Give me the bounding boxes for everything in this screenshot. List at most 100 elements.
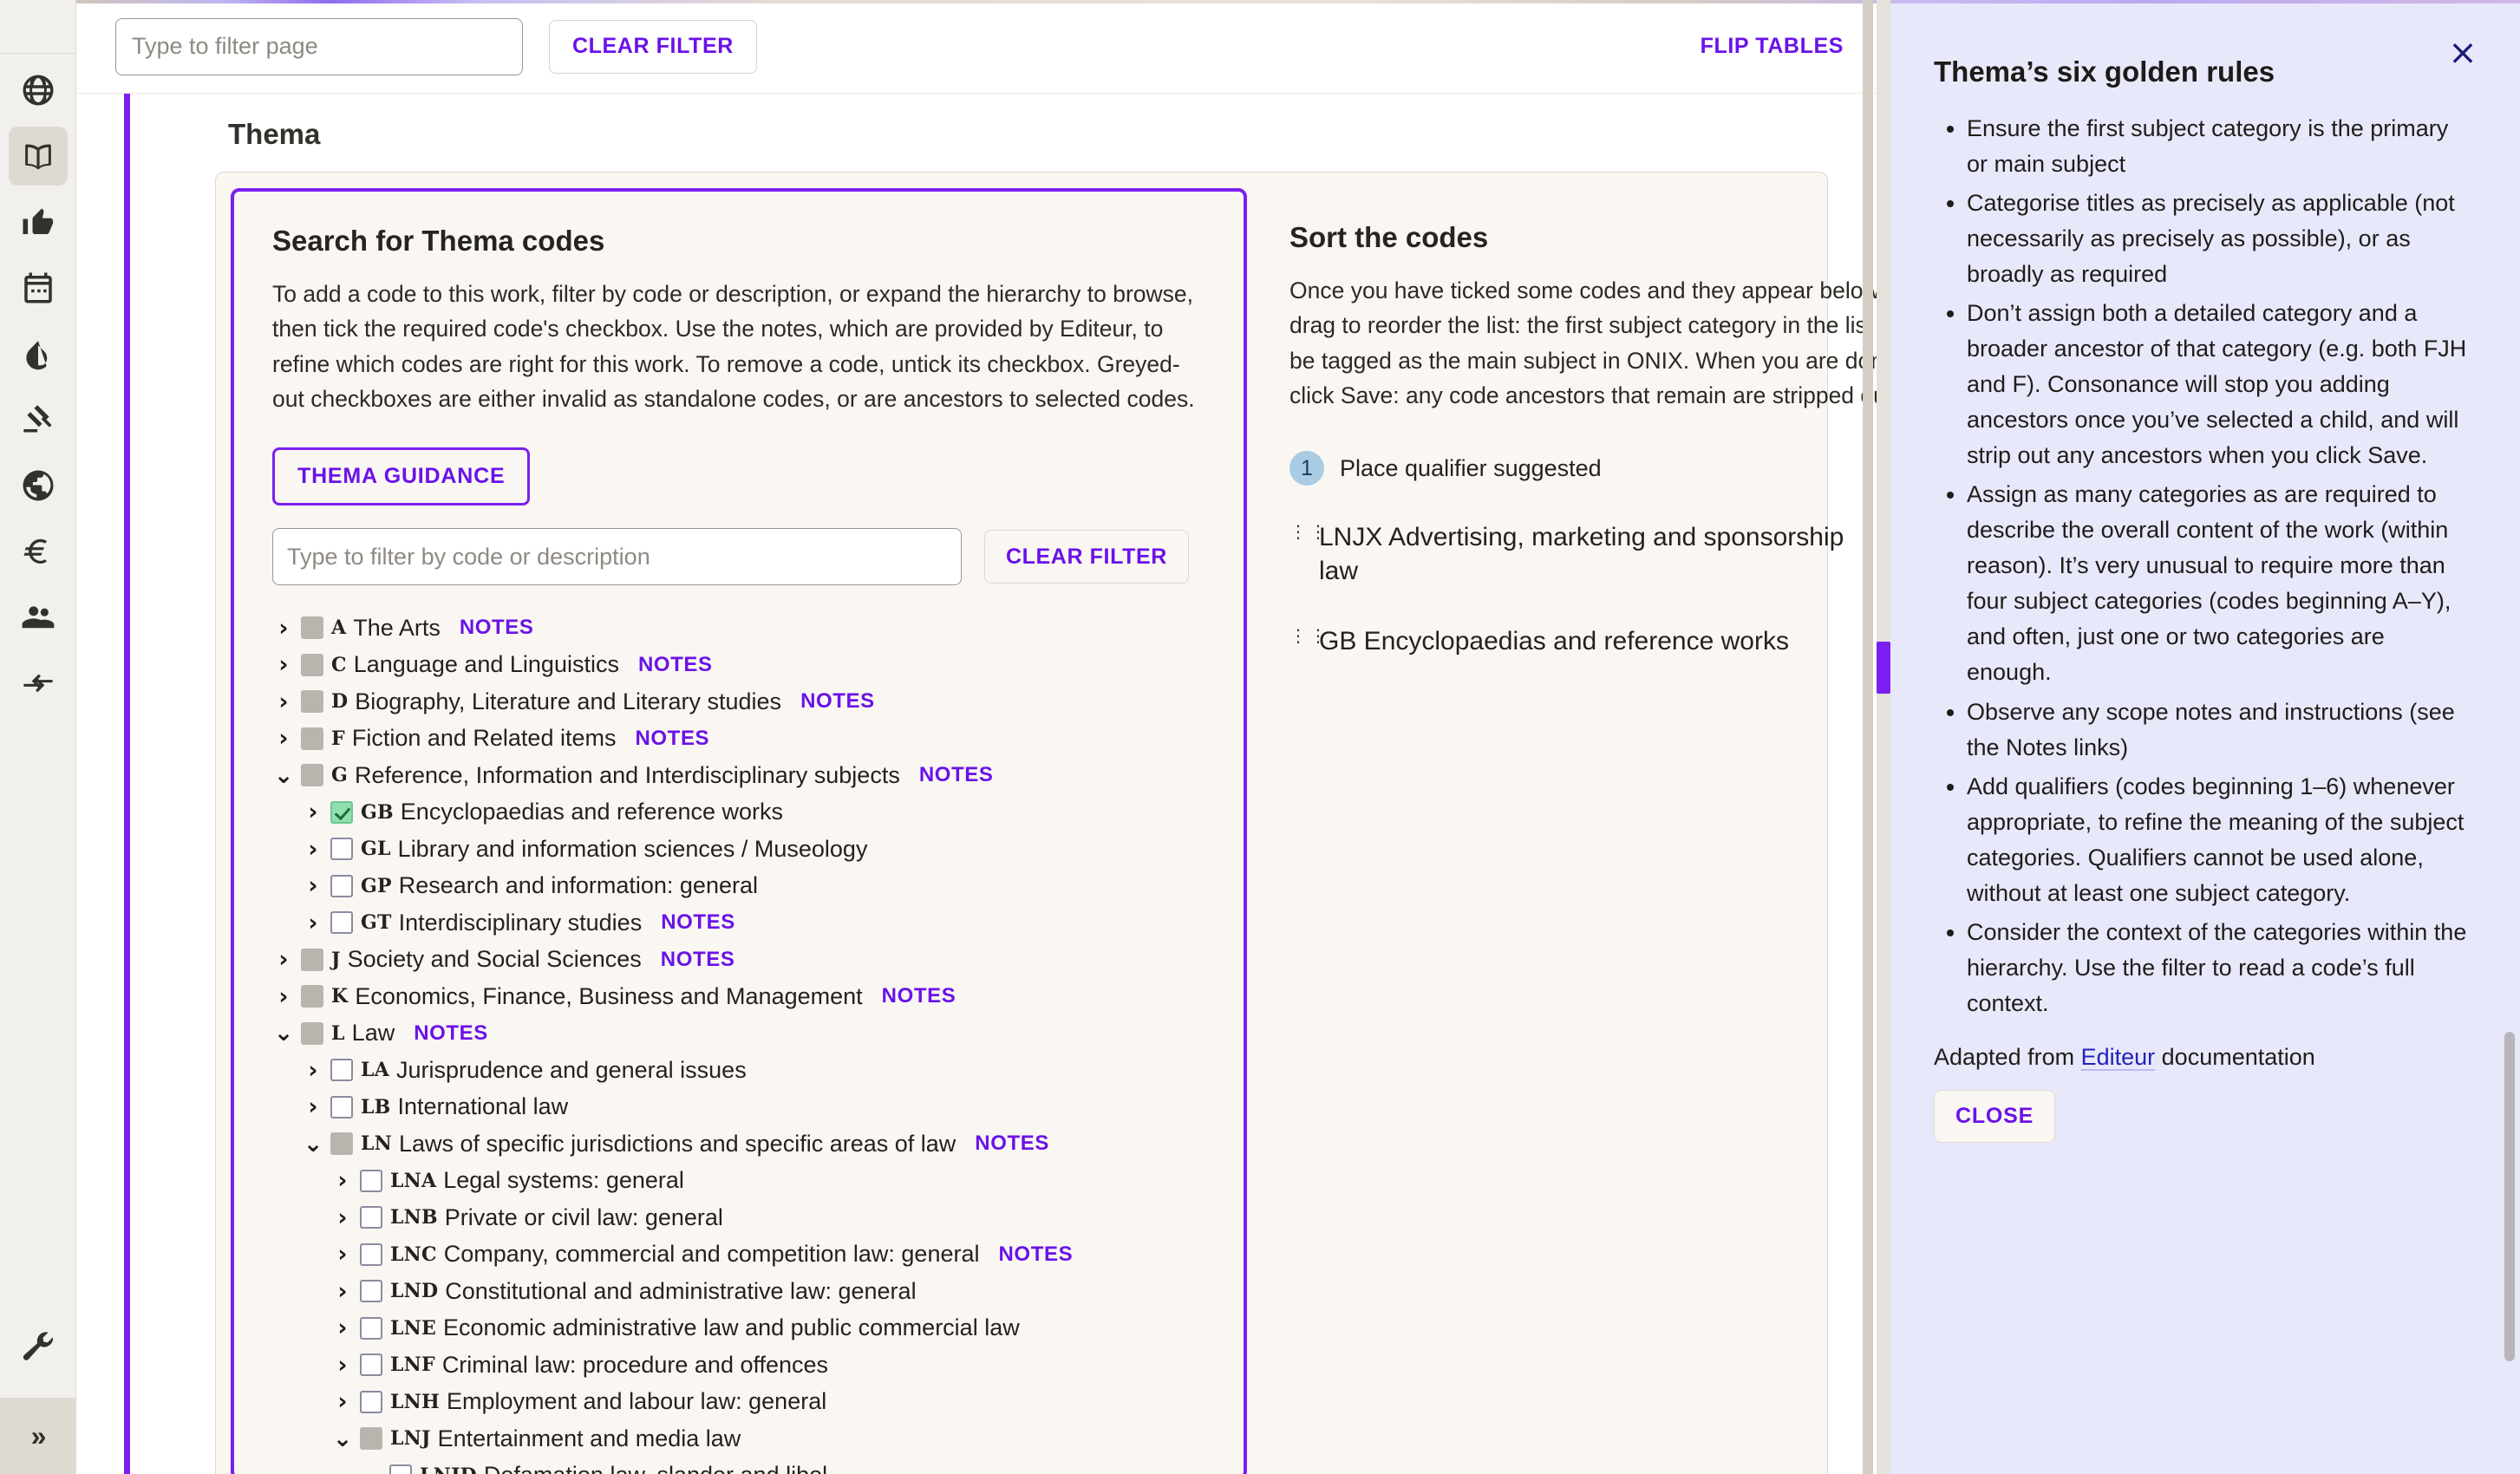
notes-link[interactable]: NOTES bbox=[882, 984, 956, 1008]
thumbs-up-icon[interactable] bbox=[9, 192, 68, 251]
tree-row[interactable]: › A The Arts NOTES bbox=[272, 610, 1205, 647]
code-checkbox[interactable] bbox=[360, 1316, 382, 1340]
code-filter-input[interactable] bbox=[272, 528, 962, 586]
notes-link[interactable]: NOTES bbox=[999, 1242, 1074, 1267]
editeur-link[interactable]: Editeur bbox=[2081, 1044, 2156, 1070]
chevron-right-icon[interactable]: › bbox=[272, 653, 295, 676]
code-checkbox[interactable] bbox=[360, 1390, 382, 1413]
code-checkbox[interactable] bbox=[360, 1169, 382, 1192]
notes-link[interactable]: NOTES bbox=[800, 689, 875, 714]
code-checkbox[interactable] bbox=[330, 874, 353, 897]
tree-row[interactable]: › GT Interdisciplinary studies NOTES bbox=[272, 904, 1205, 942]
chevron-right-icon[interactable]: › bbox=[302, 1059, 324, 1082]
expand-sidebar-button[interactable]: » bbox=[0, 1398, 76, 1474]
chevron-right-icon[interactable]: › bbox=[302, 800, 324, 824]
code-checkbox[interactable] bbox=[360, 1206, 382, 1229]
notes-link[interactable]: NOTES bbox=[638, 653, 713, 677]
page-filter-input[interactable] bbox=[115, 17, 523, 75]
tree-row[interactable]: › LNH Employment and labour law: general bbox=[272, 1384, 1205, 1421]
drag-handle-icon[interactable]: ⋮⋮ bbox=[1289, 627, 1327, 644]
world-icon[interactable] bbox=[9, 456, 68, 515]
clear-code-filter-button[interactable]: CLEAR FILTER bbox=[984, 530, 1189, 584]
tree-row[interactable]: ⌄ G Reference, Information and Interdiscip… bbox=[272, 757, 1205, 794]
chevron-right-icon[interactable]: › bbox=[272, 727, 295, 750]
tree-row[interactable]: › GB Encyclopaedias and reference works bbox=[272, 794, 1205, 832]
thema-guidance-button[interactable]: THEMA GUIDANCE bbox=[272, 447, 531, 506]
tree-row[interactable]: › LA Jurisprudence and general issues bbox=[272, 1052, 1205, 1089]
code-checkbox[interactable] bbox=[330, 838, 353, 861]
tree-row[interactable]: ⌄ L Law NOTES bbox=[272, 1015, 1205, 1053]
tree-row[interactable]: › LNC Company, commercial and competition … bbox=[272, 1236, 1205, 1274]
chevron-right-icon[interactable]: › bbox=[331, 1353, 354, 1377]
chevron-down-icon[interactable]: ⌄ bbox=[272, 1021, 295, 1045]
tree-row[interactable]: › LNB Private or civil law: general bbox=[272, 1199, 1205, 1236]
euro-icon[interactable] bbox=[9, 522, 68, 581]
calendar-icon[interactable] bbox=[9, 258, 68, 317]
code-checkbox[interactable] bbox=[360, 1353, 382, 1377]
page-scrollbar-thumb[interactable] bbox=[1877, 642, 1890, 694]
notes-link[interactable]: NOTES bbox=[661, 910, 735, 935]
close-icon[interactable]: × bbox=[2444, 35, 2482, 73]
code-checkbox[interactable] bbox=[330, 800, 353, 824]
chevron-right-icon[interactable]: › bbox=[331, 1280, 354, 1303]
chevron-right-icon[interactable]: › bbox=[302, 838, 324, 861]
tree-row[interactable]: › GL Library and information sciences / Mu… bbox=[272, 831, 1205, 868]
tree-row[interactable]: › K Economics, Finance, Business and Manag… bbox=[272, 978, 1205, 1015]
code-checkbox[interactable] bbox=[330, 1095, 353, 1119]
drawer-scrollbar-thumb[interactable] bbox=[2504, 1032, 2515, 1361]
notes-link[interactable]: NOTES bbox=[661, 948, 735, 972]
chevron-right-icon[interactable]: › bbox=[272, 948, 295, 971]
code-checkbox[interactable] bbox=[360, 1242, 382, 1266]
book-icon[interactable] bbox=[8, 127, 68, 186]
notes-link[interactable]: NOTES bbox=[635, 727, 709, 751]
notes-link[interactable]: NOTES bbox=[414, 1021, 488, 1046]
chevron-right-icon[interactable]: › bbox=[302, 1095, 324, 1119]
code-checkbox[interactable] bbox=[389, 1464, 412, 1474]
tree-row[interactable]: › LB International law bbox=[272, 1089, 1205, 1126]
chevron-right-icon[interactable]: › bbox=[272, 616, 295, 640]
tree-row[interactable]: › GP Research and information: general bbox=[272, 868, 1205, 905]
tree-row[interactable]: › LNE Economic administrative law and publ… bbox=[272, 1310, 1205, 1347]
tree-row[interactable]: LNJD Defamation law, slander and libel bbox=[272, 1458, 1205, 1474]
chevron-right-icon[interactable]: › bbox=[331, 1169, 354, 1192]
code-checkbox[interactable] bbox=[330, 1059, 353, 1082]
chevron-right-icon[interactable]: › bbox=[331, 1390, 354, 1413]
chevron-down-icon[interactable]: ⌄ bbox=[331, 1427, 354, 1451]
globe-icon[interactable] bbox=[9, 61, 68, 120]
selected-code-item[interactable]: ⋮⋮ GB Encyclopaedias and reference works bbox=[1289, 624, 1890, 658]
wrench-icon[interactable] bbox=[9, 1316, 68, 1375]
chevron-right-icon[interactable]: › bbox=[331, 1316, 354, 1340]
tree-row[interactable]: › F Fiction and Related items NOTES bbox=[272, 721, 1205, 758]
chevron-right-icon[interactable]: › bbox=[272, 690, 295, 714]
chevron-right-icon[interactable]: › bbox=[302, 874, 324, 897]
chevron-right-icon[interactable]: › bbox=[272, 985, 295, 1008]
people-icon[interactable] bbox=[9, 588, 68, 647]
tree-row[interactable]: › LNA Legal systems: general bbox=[272, 1163, 1205, 1200]
notes-link[interactable]: NOTES bbox=[975, 1132, 1049, 1156]
tree-row[interactable]: › J Society and Social Sciences NOTES bbox=[272, 942, 1205, 979]
drag-handle-icon[interactable]: ⋮⋮ bbox=[1289, 523, 1327, 540]
notes-link[interactable]: NOTES bbox=[460, 616, 534, 640]
clear-page-filter-button[interactable]: CLEAR FILTER bbox=[549, 19, 757, 74]
tree-row[interactable]: › LND Constitutional and administrative la… bbox=[272, 1273, 1205, 1310]
chevron-right-icon[interactable]: › bbox=[331, 1206, 354, 1229]
tree-row[interactable]: › LNF Criminal law: procedure and offences bbox=[272, 1347, 1205, 1384]
chevron-down-icon[interactable]: ⌄ bbox=[272, 764, 295, 787]
drawer-close-button[interactable]: CLOSE bbox=[1934, 1089, 2056, 1143]
selected-code-item[interactable]: ⋮⋮ LNJX Advertising, marketing and sponso… bbox=[1289, 520, 1890, 588]
tree-row[interactable]: › D Biography, Literature and Literary stu… bbox=[272, 683, 1205, 721]
chevron-down-icon[interactable]: ⌄ bbox=[302, 1132, 324, 1156]
transfer-arrows-icon[interactable] bbox=[9, 654, 68, 713]
flip-tables-button[interactable]: FLIP TABLES bbox=[1688, 25, 1856, 68]
tree-row[interactable]: ⌄ LN Laws of specific jurisdictions and sp… bbox=[272, 1125, 1205, 1163]
gavel-icon[interactable] bbox=[9, 390, 68, 449]
notes-link[interactable]: NOTES bbox=[919, 763, 994, 787]
tree-row[interactable]: ⌄ LNJ Entertainment and media law bbox=[272, 1420, 1205, 1458]
code-checkbox[interactable] bbox=[360, 1280, 382, 1303]
code-checkbox[interactable] bbox=[330, 911, 353, 935]
chevron-right-icon[interactable]: › bbox=[331, 1242, 354, 1266]
page-scrollbar-track[interactable] bbox=[1877, 0, 1890, 1474]
contrast-icon[interactable] bbox=[9, 324, 68, 383]
chevron-right-icon[interactable]: › bbox=[302, 911, 324, 935]
tree-row[interactable]: › C Language and Linguistics NOTES bbox=[272, 647, 1205, 684]
